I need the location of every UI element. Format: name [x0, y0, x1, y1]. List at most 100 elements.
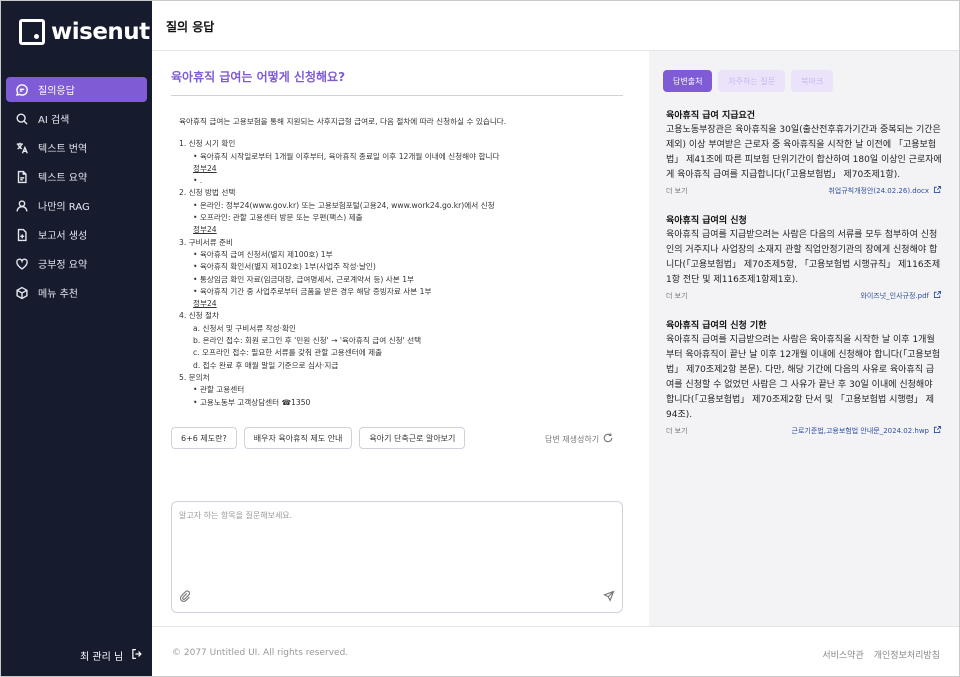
- logout-icon[interactable]: [131, 648, 143, 663]
- external-link-icon: [933, 185, 942, 196]
- source-item: 육아휴직 급여의 신청 육아휴직 급여를 지급받으려는 사람은 다음의 서류를 …: [666, 213, 942, 301]
- sidebar-item-label: 긍부정 요약: [38, 260, 88, 271]
- sidebar-item-label: 텍스트 번역: [38, 144, 88, 155]
- document-link[interactable]: 취업규칙개정안(24.02.26).docx: [828, 185, 942, 196]
- suggested-questions: 6+6 제도란? 배우자 육아휴직 제도 안내 육아기 단축근로 알아보기: [171, 427, 466, 449]
- user-icon: [15, 199, 29, 213]
- sidebar-item-menu-recommend[interactable]: 메뉴 추천: [6, 280, 147, 305]
- suggestion-chip[interactable]: 배우자 육아휴직 제도 안내: [243, 427, 353, 449]
- external-link-icon: [933, 425, 942, 436]
- source-footer: 더 보기 와이즈넛_인사규정.pdf: [666, 290, 942, 301]
- brand-name: wisenut: [51, 19, 150, 45]
- sidebar-item-label: AI 검색: [38, 115, 70, 126]
- chat-input[interactable]: [179, 510, 609, 580]
- source-link[interactable]: 정부24: [193, 299, 217, 308]
- regenerate-button[interactable]: 답변 재생성하기: [545, 432, 614, 446]
- answer-item: • 오프라인: 관할 고용센터 방문 또는 우편(팩스) 제출: [193, 213, 363, 223]
- source-link[interactable]: 정부24: [193, 225, 217, 234]
- document-icon: [15, 170, 29, 184]
- source-item: 육아휴직 급여의 신청 기한 육아휴직 급여를 지급받으려는 사람은 육아휴직을…: [666, 318, 942, 436]
- source-title: 육아휴직 급여의 신청 기한: [666, 321, 767, 331]
- sidebar-item-qa[interactable]: 질의응답: [6, 77, 147, 102]
- more-link[interactable]: 더 보기: [666, 291, 688, 301]
- sidebar-item-label: 텍스트 요약: [38, 173, 88, 184]
- more-link[interactable]: 더 보기: [666, 426, 688, 436]
- source-panel: 답변출처 자주하는 질문 북마크 육아휴직 급여 지급요건 고용노동부장관은 육…: [649, 51, 959, 626]
- answer-item: • 육아휴직 급여 신청서(별지 제100호) 1부: [193, 249, 333, 259]
- brand-logo[interactable]: wisenut: [19, 19, 150, 45]
- add-document-icon: [15, 228, 29, 242]
- answer-item: d. 접수 완료 후 매월 말일 기준으로 심사·지급: [193, 360, 339, 370]
- document-name: 근로기준법,고용보험법 안내문_2024.02.hwp: [791, 426, 929, 435]
- sidebar-item-sentiment[interactable]: 긍부정 요약: [6, 251, 147, 276]
- divider: [171, 95, 623, 96]
- logo-mark-icon: [19, 19, 45, 45]
- qa-panel: 육아휴직 급여는 어떻게 신청해요? 육아휴직 급여는 고용보험을 통해 지원되…: [152, 51, 649, 626]
- answer-section-title: 5. 문의처: [179, 372, 210, 382]
- sidebar: wisenut 질의응답 AI 검색 텍스트 번역 텍스트 요약 나만의 RAG…: [1, 1, 152, 676]
- sidebar-nav: 질의응답 AI 검색 텍스트 번역 텍스트 요약 나만의 RAG 보고서 생성 …: [6, 77, 147, 309]
- regenerate-label: 답변 재생성하기: [545, 434, 600, 444]
- answer-item: • 통상임금 확인 자료(임금대장, 급여명세서, 근로계약서 등) 사본 1부: [193, 274, 415, 284]
- refresh-icon: [602, 432, 614, 446]
- answer-item: c. 오프라인 접수: 필요한 서류를 갖춰 관할 고용센터에 제출: [193, 348, 383, 358]
- answer-item: • 육아휴직 기간 중 사업주로부터 금품을 받은 경우 해당 증빙자료 사본 …: [193, 286, 432, 296]
- answer-item: a. 신청서 및 구비서류 작성·확인: [193, 323, 296, 333]
- answer-section-title: 4. 신청 절차: [179, 311, 220, 321]
- sidebar-item-summary[interactable]: 텍스트 요약: [6, 164, 147, 189]
- answer-item: • 고용노동부 고객상담센터 ☎1350: [193, 397, 311, 407]
- source-body: 육아휴직 급여를 지급받으려는 사람은 다음의 서류를 모두 첨부하여 신청인의…: [666, 230, 941, 285]
- answer-item: b. 온라인 접수: 회원 로그인 후 '민원 신청' → '육아휴직 급여 신…: [193, 336, 422, 346]
- document-link[interactable]: 와이즈넛_인사규정.pdf: [860, 290, 942, 301]
- answer-section-title: 3. 구비서류 준비: [179, 237, 233, 247]
- sidebar-item-my-rag[interactable]: 나만의 RAG: [6, 193, 147, 218]
- sidebar-item-report[interactable]: 보고서 생성: [6, 222, 147, 247]
- document-link[interactable]: 근로기준법,고용보험법 안내문_2024.02.hwp: [792, 425, 942, 436]
- copyright: © 2077 Untitled UI. All rights reserved.: [172, 648, 349, 658]
- answer-section-title: 1. 신청 시기 확인: [179, 139, 236, 149]
- answer-item: • 온라인: 정부24(www.gov.kr) 또는 고용보험포털(고용24, …: [193, 200, 495, 210]
- chat-box: [171, 501, 623, 613]
- sidebar-item-label: 질의응답: [38, 86, 75, 97]
- suggestion-chip[interactable]: 육아기 단축근로 알아보기: [359, 427, 466, 449]
- sidebar-item-translate[interactable]: 텍스트 번역: [6, 135, 147, 160]
- answer-item: • .: [193, 176, 203, 186]
- heart-icon: [15, 257, 29, 271]
- more-link[interactable]: 더 보기: [666, 186, 688, 196]
- document-name: 와이즈넛_인사규정.pdf: [860, 291, 929, 300]
- answer-content: 육아휴직 급여는 고용보험을 통해 지원되는 사후지급형 급여로, 다음 절차에…: [179, 116, 624, 409]
- user-menu[interactable]: 최 관리 님: [80, 648, 143, 663]
- tab-sources[interactable]: 답변출처: [663, 70, 713, 92]
- source-body: 육아휴직 급여를 지급받으려는 사람은 육아휴직을 시작한 날 이후 1개월부터…: [666, 335, 941, 420]
- sidebar-item-label: 메뉴 추천: [38, 289, 78, 300]
- cube-icon: [15, 286, 29, 300]
- answer-section-title: 2. 신청 방법 선택: [179, 188, 236, 198]
- source-link[interactable]: 정부24: [193, 164, 217, 173]
- source-body: 고용노동부장관은 육아휴직을 30일(출산전후휴가기간과 중복되는 기간은 제외…: [666, 125, 942, 180]
- translate-icon: [15, 141, 29, 155]
- sidebar-item-ai-search[interactable]: AI 검색: [6, 106, 147, 131]
- source-footer: 더 보기 근로기준법,고용보험법 안내문_2024.02.hwp: [666, 425, 942, 436]
- source-title: 육아휴직 급여 지급요건: [666, 111, 756, 121]
- external-link-icon: [933, 290, 942, 301]
- suggestion-chip[interactable]: 6+6 제도란?: [171, 427, 237, 449]
- send-icon[interactable]: [603, 587, 615, 606]
- privacy-link[interactable]: 개인정보처리방침: [874, 648, 940, 661]
- question-title: 육아휴직 급여는 어떻게 신청해요?: [171, 70, 346, 84]
- tab-faq[interactable]: 자주하는 질문: [718, 70, 786, 92]
- user-name: 최 관리 님: [80, 652, 124, 663]
- source-title: 육아휴직 급여의 신청: [666, 216, 747, 226]
- paperclip-icon[interactable]: [179, 587, 191, 606]
- answer-item: • 육아휴직 시작일로부터 1개월 이후부터, 육아휴직 종료일 이후 12개월…: [193, 151, 500, 161]
- answer-item: • 관할 고용센터: [193, 385, 245, 395]
- tab-bookmark[interactable]: 북마크: [791, 70, 834, 92]
- terms-link[interactable]: 서비스약관: [822, 648, 863, 661]
- source-list: 육아휴직 급여 지급요건 고용노동부장관은 육아휴직을 30일(출산전후휴가기간…: [666, 108, 942, 453]
- source-footer: 더 보기 취업규칙개정안(24.02.26).docx: [666, 185, 942, 196]
- footer-links: 서비스약관 개인정보처리방침: [822, 648, 940, 661]
- page-footer: © 2077 Untitled UI. All rights reserved.…: [152, 626, 959, 676]
- search-icon: [15, 112, 29, 126]
- sidebar-item-label: 나만의 RAG: [38, 202, 90, 213]
- answer-intro: 육아휴직 급여는 고용보험을 통해 지원되는 사후지급형 급여로, 다음 절차에…: [179, 117, 507, 126]
- source-item: 육아휴직 급여 지급요건 고용노동부장관은 육아휴직을 30일(출산전후휴가기간…: [666, 108, 942, 196]
